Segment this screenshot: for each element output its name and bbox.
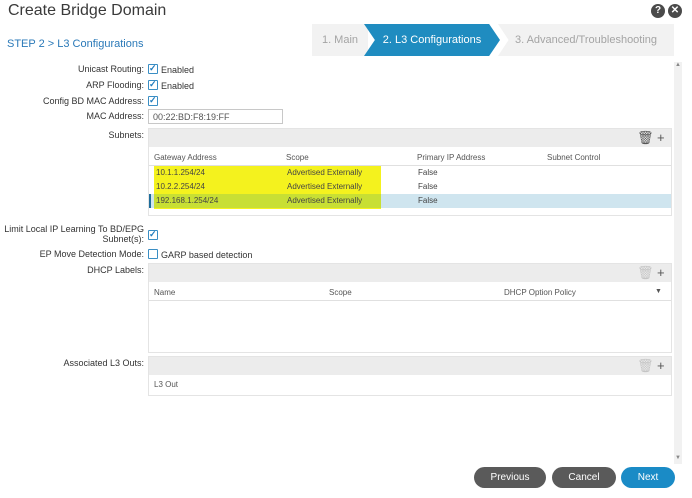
scroll-down-icon[interactable]: ▼ — [675, 455, 681, 461]
next-button[interactable]: Next — [621, 467, 675, 488]
mac-address-input[interactable]: 00:22:BD:F8:19:FF — [148, 109, 283, 124]
arp-flooding-value: Enabled — [161, 81, 195, 91]
wizard-step-l3-configurations[interactable]: 2. L3 Configurations — [364, 24, 500, 56]
label-line: Limit Local IP Learning To BD/EPG — [4, 224, 144, 234]
garp-detection-checkbox[interactable] — [148, 249, 158, 259]
l3-outs-toolbar — [149, 357, 671, 375]
trash-icon: 🗑 — [637, 358, 654, 373]
selection-marker — [149, 194, 151, 208]
ep-move-detection-label: EP Move Detection Mode: — [39, 249, 144, 259]
table-row[interactable]: 10.1.1.254/24 Advertised Externally Fals… — [149, 166, 671, 180]
label-line: Subnet(s): — [102, 234, 144, 244]
arp-flooding-label: ARP Flooding: — [86, 80, 144, 90]
plus-icon[interactable]: + — [657, 130, 665, 146]
dhcp-labels-label: DHCP Labels: — [87, 265, 144, 275]
help-icon[interactable]: ? — [651, 4, 665, 18]
associated-l3-outs-label: Associated L3 Outs: — [63, 358, 144, 368]
cancel-button[interactable]: Cancel — [552, 467, 616, 488]
divider — [149, 300, 671, 301]
limit-ip-learning-checkbox[interactable] — [148, 229, 158, 240]
trash-icon[interactable]: 🗑 — [637, 130, 654, 146]
previous-button[interactable]: Previous — [474, 467, 546, 488]
unicast-routing-value: Enabled — [161, 65, 195, 75]
column-header[interactable]: Scope — [286, 153, 309, 162]
scope: Advertised Externally — [287, 196, 363, 205]
limit-ip-learning-label: Limit Local IP Learning To BD/EPG Subnet… — [4, 224, 144, 244]
mac-address-label: MAC Address: — [86, 111, 144, 121]
l3-outs-table: 🗑 + L3 Out — [148, 356, 672, 396]
subnets-label: Subnets: — [108, 130, 144, 140]
scroll-up-icon[interactable]: ▲ — [675, 62, 681, 68]
plus-icon[interactable]: + — [657, 358, 665, 374]
column-header[interactable]: Scope — [329, 288, 352, 297]
primary-ip: False — [418, 182, 438, 191]
scrollbar[interactable] — [674, 62, 682, 464]
column-header[interactable]: Name — [154, 288, 175, 297]
column-header[interactable]: Gateway Address — [154, 153, 217, 162]
primary-ip: False — [418, 196, 438, 205]
unicast-routing-label: Unicast Routing: — [77, 64, 144, 74]
unicast-routing-checkbox[interactable] — [148, 63, 158, 74]
step-label: STEP 2 > L3 Configurations — [7, 38, 144, 50]
chevron-down-icon[interactable]: ▼ — [655, 288, 662, 295]
scope: Advertised Externally — [287, 168, 363, 177]
table-row[interactable]: 10.2.2.254/24 Advertised Externally Fals… — [149, 180, 671, 194]
column-header[interactable]: Subnet Control — [547, 153, 600, 162]
column-header[interactable]: L3 Out — [154, 380, 178, 389]
wizard-steps: 1. Main 2. L3 Configurations 3. Advanced… — [312, 24, 674, 56]
dhcp-toolbar — [149, 264, 671, 282]
gateway-address: 192.168.1.254/24 — [156, 196, 219, 205]
column-header[interactable]: Primary IP Address — [417, 153, 485, 162]
table-row[interactable]: 192.168.1.254/24 Advertised Externally F… — [149, 194, 671, 208]
scope: Advertised Externally — [287, 182, 363, 191]
plus-icon[interactable]: + — [657, 265, 665, 281]
gateway-address: 10.2.2.254/24 — [156, 182, 205, 191]
gateway-address: 10.1.1.254/24 — [156, 168, 205, 177]
trash-icon: 🗑 — [637, 265, 654, 280]
arp-flooding-checkbox[interactable] — [148, 79, 158, 90]
column-header[interactable]: DHCP Option Policy — [504, 288, 576, 297]
primary-ip: False — [418, 168, 438, 177]
close-icon[interactable]: ✕ — [668, 4, 682, 18]
dhcp-labels-table: 🗑 + Name Scope DHCP Option Policy ▼ — [148, 263, 672, 353]
config-bd-mac-checkbox[interactable] — [148, 95, 158, 106]
garp-detection-value: GARP based detection — [161, 250, 253, 260]
wizard-step-main[interactable]: 1. Main — [312, 24, 368, 56]
subnets-table: 🗑 + Gateway Address Scope Primary IP Add… — [148, 128, 672, 216]
subnets-toolbar — [149, 129, 671, 147]
wizard-step-advanced[interactable]: 3. Advanced/Troubleshooting — [498, 24, 674, 56]
config-bd-mac-label: Config BD MAC Address: — [42, 96, 144, 106]
dialog-title: Create Bridge Domain — [8, 2, 167, 19]
